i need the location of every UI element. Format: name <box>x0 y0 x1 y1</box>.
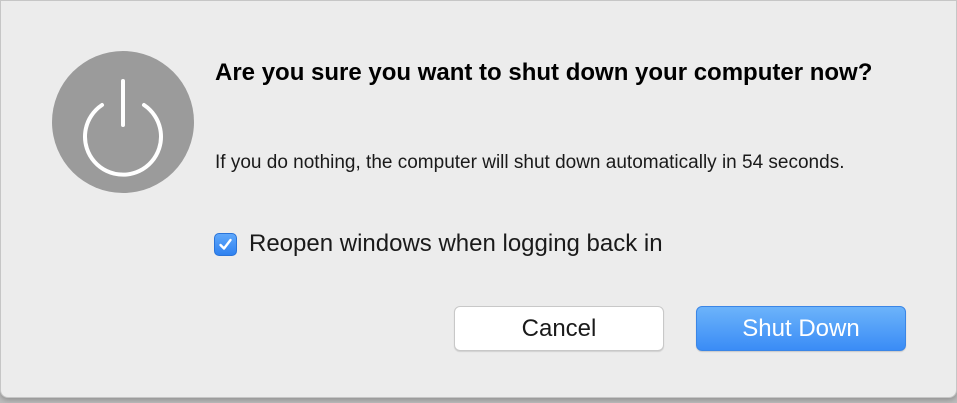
reopen-windows-label: Reopen windows when logging back in <box>249 230 663 257</box>
cancel-button[interactable]: Cancel <box>454 306 664 351</box>
power-icon <box>52 51 194 193</box>
dialog-message: If you do nothing, the computer will shu… <box>215 152 845 173</box>
shut-down-button[interactable]: Shut Down <box>696 306 906 351</box>
shutdown-dialog: Are you sure you want to shut down your … <box>0 0 957 398</box>
reopen-windows-option[interactable]: Reopen windows when logging back in <box>214 227 663 261</box>
dialog-title: Are you sure you want to shut down your … <box>215 59 873 86</box>
checkmark-icon <box>219 238 232 250</box>
reopen-windows-checkbox[interactable] <box>214 232 237 256</box>
